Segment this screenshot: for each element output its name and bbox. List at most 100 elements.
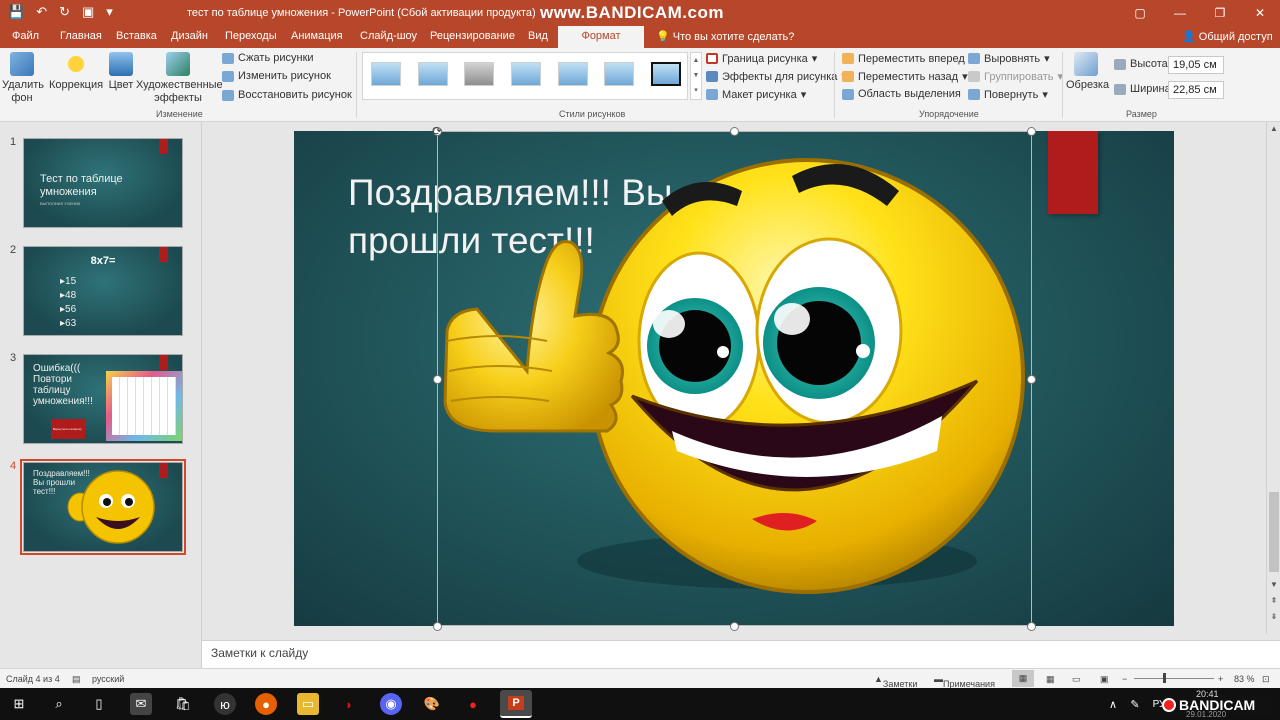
resize-handle-bottom[interactable] <box>730 622 739 631</box>
slide-sorter-icon[interactable]: ▦ <box>1046 674 1055 685</box>
tab-transitions[interactable]: Переходы <box>225 30 277 42</box>
tab-design[interactable]: Дизайн <box>171 30 208 42</box>
file-explorer-icon[interactable]: ▭ <box>297 693 319 715</box>
fit-to-window-icon[interactable]: ⊡ <box>1262 674 1270 685</box>
picture-style-3[interactable] <box>464 62 494 86</box>
store-icon[interactable]: 🛍 <box>172 693 194 715</box>
picture-style-6[interactable] <box>604 62 634 86</box>
tab-file[interactable]: Файл <box>12 30 39 42</box>
resize-handle-bottom-right[interactable] <box>1027 622 1036 631</box>
restore-button[interactable]: ❐ <box>1200 0 1240 26</box>
ribbon-display-options-button[interactable]: ▢ <box>1120 0 1160 26</box>
rotate-button[interactable]: Повернуть ▾ <box>968 88 1048 101</box>
slideshow-start-icon[interactable]: ▣ <box>82 4 94 20</box>
tab-review[interactable]: Рецензирование <box>430 30 515 42</box>
corrections-button[interactable]: Коррекция <box>48 52 104 92</box>
mail-icon[interactable]: ✉ <box>130 693 152 715</box>
group-button[interactable]: Группировать ▾ <box>968 70 1063 83</box>
compress-pictures-button[interactable]: Сжать рисунки <box>222 52 314 64</box>
zoom-slider-track[interactable] <box>1134 678 1214 679</box>
tray-expand-icon[interactable]: ∧ <box>1102 693 1124 715</box>
zoom-out-icon[interactable]: − <box>1122 674 1127 684</box>
notes-toggle[interactable]: ▲ Заметки <box>874 674 917 689</box>
zoom-slider-thumb[interactable] <box>1163 673 1166 683</box>
picture-style-2[interactable] <box>418 62 448 86</box>
remove-background-button[interactable]: Удалить фон <box>2 52 44 105</box>
change-picture-button[interactable]: Изменить рисунок <box>222 70 331 82</box>
task-view-icon[interactable]: ▯ <box>88 693 110 715</box>
tab-animations[interactable]: Анимация <box>291 30 343 42</box>
reset-picture-button[interactable]: Восстановить рисунок <box>222 89 352 101</box>
resize-handle-right[interactable] <box>1027 375 1036 384</box>
align-button[interactable]: Выровнять ▾ <box>968 52 1050 65</box>
zoom-in-icon[interactable]: + <box>1218 674 1223 684</box>
powerpoint-taskbar-icon[interactable]: P <box>500 690 532 718</box>
color-button[interactable]: Цвет <box>106 52 136 92</box>
bring-forward-button[interactable]: Переместить вперед ▾ <box>842 52 974 65</box>
previous-slide-icon[interactable]: ⇞ <box>1267 596 1280 608</box>
resize-handle-top-right[interactable] <box>1027 127 1036 136</box>
app-10-icon[interactable]: ю <box>214 693 236 715</box>
scroll-down-icon[interactable]: ▼ <box>1267 580 1280 592</box>
tab-slideshow[interactable]: Слайд-шоу <box>360 30 417 42</box>
picture-effects-button[interactable]: Эффекты для рисунка ▾ <box>706 70 847 83</box>
picture-layout-button[interactable]: Макет рисунка ▾ <box>706 88 806 101</box>
windows-start-icon[interactable]: ⊞ <box>8 693 30 715</box>
scroll-up-icon[interactable]: ▲ <box>1267 124 1280 136</box>
tab-insert[interactable]: Вставка <box>116 30 157 42</box>
discord-icon[interactable]: ◉ <box>380 693 402 715</box>
tell-me-search[interactable]: 💡 Что вы хотите сделать? <box>656 30 794 43</box>
pen-icon[interactable]: ✎ <box>1124 693 1146 715</box>
vertical-scrollbar[interactable]: ▲ ▼ ⇞ ⇟ <box>1266 122 1280 634</box>
tab-format[interactable]: Формат <box>558 26 644 48</box>
artistic-effects-button[interactable]: Художественные эффекты <box>136 52 223 105</box>
tab-home[interactable]: Главная <box>60 30 102 42</box>
undo-icon[interactable]: ↶ <box>36 4 47 20</box>
resize-handle-top[interactable] <box>730 127 739 136</box>
bandicam-record-icon[interactable]: ● <box>462 693 484 715</box>
redo-icon[interactable]: ↻ <box>59 4 70 20</box>
picture-style-4[interactable] <box>511 62 541 86</box>
minimize-button[interactable]: — <box>1160 0 1200 26</box>
ribbon: Удалить фон Коррекция Цвет Художественные… <box>0 48 1280 122</box>
width-input[interactable]: 22,85 см <box>1168 81 1224 99</box>
search-icon[interactable]: ⌕ <box>48 693 70 715</box>
clock-date[interactable]: 29.01.2020 <box>1186 710 1226 719</box>
slide-thumbnail-1[interactable]: Тест по таблице умножения ВЫПОЛНИЛ УЧЕНИ… <box>23 138 183 228</box>
picture-style-7[interactable] <box>651 62 681 86</box>
slide-thumbnail-3[interactable]: Ошибка((( Повтори таблицу умножения!!! В… <box>23 354 183 444</box>
send-backward-button[interactable]: Переместить назад ▾ <box>842 70 968 83</box>
next-slide-icon[interactable]: ⇟ <box>1267 612 1280 624</box>
slide-thumbnail-2[interactable]: 8x7= ▸15 ▸48 ▸56 ▸63 <box>23 246 183 336</box>
zoom-level[interactable]: 83 % <box>1234 674 1255 684</box>
firefox-icon[interactable]: ● <box>255 693 277 715</box>
picture-style-1[interactable] <box>371 62 401 86</box>
normal-view-icon[interactable]: ▦ <box>1012 670 1034 687</box>
tab-view[interactable]: Вид <box>528 30 548 42</box>
scrollbar-thumb[interactable] <box>1269 492 1279 572</box>
height-input[interactable]: 19,05 см <box>1168 56 1224 74</box>
share-button[interactable]: 👤 Общий доступ <box>1182 30 1273 43</box>
selection-pane-button[interactable]: Область выделения <box>842 88 961 100</box>
app-red-icon[interactable]: ◗ <box>338 693 360 715</box>
slideshow-view-icon[interactable]: ▣ <box>1100 674 1109 685</box>
customize-qat-icon[interactable]: ▾ <box>106 4 113 20</box>
comments-toggle[interactable]: ▬ Примечания <box>934 674 995 689</box>
resize-handle-left[interactable] <box>433 375 442 384</box>
gallery-scroll[interactable]: ▲ ▼ ▾ <box>690 52 702 100</box>
reading-view-icon[interactable]: ▭ <box>1072 674 1081 685</box>
crop-button[interactable]: Обрезка <box>1066 52 1109 92</box>
picture-style-5[interactable] <box>558 62 588 86</box>
clock-time[interactable]: 20:41 <box>1196 689 1219 699</box>
paint-icon[interactable]: 🎨 <box>421 693 443 715</box>
height-row: Высота: <box>1114 58 1171 70</box>
rotate-handle-icon[interactable]: ⟳ <box>432 124 442 138</box>
close-button[interactable]: ✕ <box>1240 0 1280 26</box>
resize-handle-bottom-left[interactable] <box>433 622 442 631</box>
slide-thumbnail-4[interactable]: Поздравляем!!! Вы прошли тест!!! <box>20 459 186 555</box>
picture-border-button[interactable]: Граница рисунка ▾ <box>706 52 817 65</box>
save-icon[interactable]: 💾 <box>8 4 24 20</box>
spellcheck-icon[interactable]: ▤ <box>72 674 81 685</box>
notes-pane[interactable]: Заметки к слайду <box>202 640 1280 668</box>
language-indicator[interactable]: русский <box>92 674 124 684</box>
